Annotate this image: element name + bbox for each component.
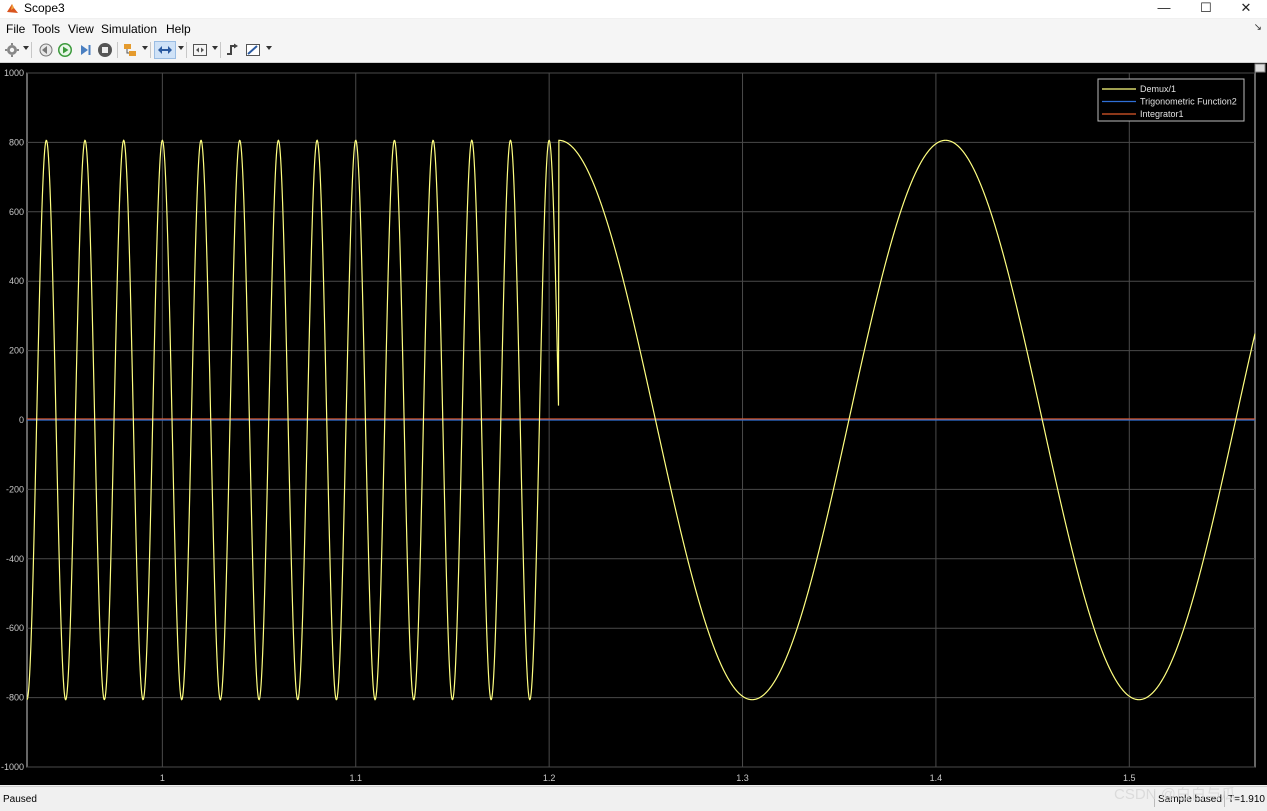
zoom-dropdown-icon[interactable] <box>178 46 184 50</box>
scope-plot-area[interactable]: 1000 800 600 400 200 0 -200 -400 -600 -800 -1000 1 1… <box>0 63 1267 785</box>
x-tick-label: 1.2 <box>543 773 556 783</box>
legend-label: Integrator1 <box>1140 109 1184 119</box>
toolbar-separator <box>186 42 187 58</box>
expand-axes-icon <box>1254 63 1266 73</box>
toolbar <box>0 39 1267 63</box>
watermark: CSDN @白白与瓜 <box>1114 786 1236 803</box>
highlight-dropdown-icon[interactable] <box>142 46 148 50</box>
scale-axes-dropdown-icon[interactable] <box>212 46 218 50</box>
x-tick-label: 1 <box>160 773 165 783</box>
window-title: Scope3 <box>24 1 65 15</box>
matlab-app-icon <box>7 4 18 13</box>
run-icon[interactable] <box>56 41 74 59</box>
menu-file[interactable]: File <box>6 22 25 36</box>
menu-bar: File Tools View Simulation Help ↘ <box>0 19 1267 39</box>
x-tick-label: 1.4 <box>930 773 943 783</box>
y-tick-label: 200 <box>9 346 24 356</box>
scale-axes-icon[interactable] <box>191 41 209 59</box>
x-tick-label: 1.1 <box>349 773 362 783</box>
toolbar-separator <box>150 42 151 58</box>
legend-label: Trigonometric Function2 <box>1140 97 1237 107</box>
status-bar: Paused Sample based T=1.910 <box>0 786 1267 811</box>
menu-help[interactable]: Help <box>166 22 191 36</box>
y-tick-label: -800 <box>6 693 24 703</box>
title-bar: Scope3 — ☐ ✕ <box>0 0 1267 18</box>
toolbar-separator <box>31 42 32 58</box>
menu-simulation[interactable]: Simulation <box>101 22 157 36</box>
undock-arrow-icon[interactable]: ↘ <box>1254 22 1262 33</box>
close-button[interactable]: ✕ <box>1225 0 1267 18</box>
zoom-icon[interactable] <box>154 41 176 59</box>
measurements-icon[interactable] <box>244 41 262 59</box>
y-tick-label: 1000 <box>4 68 24 78</box>
menu-view[interactable]: View <box>68 22 94 36</box>
x-tick-label: 1.5 <box>1123 773 1136 783</box>
y-tick-label: -1000 <box>1 762 24 772</box>
scope-chart[interactable]: 1000 800 600 400 200 0 -200 -400 -600 -800 -1000 1 1… <box>0 63 1267 785</box>
y-tick-label: 800 <box>9 137 24 147</box>
menu-tools[interactable]: Tools <box>32 22 60 36</box>
toolbar-separator <box>220 42 221 58</box>
y-tick-label: 600 <box>9 207 24 217</box>
settings-dropdown-icon[interactable] <box>23 46 29 50</box>
y-tick-label: -400 <box>6 554 24 564</box>
toolbar-separator <box>117 42 118 58</box>
stop-icon[interactable] <box>96 41 114 59</box>
maximize-button[interactable]: ☐ <box>1185 0 1227 18</box>
y-tick-label: -600 <box>6 623 24 633</box>
settings-icon[interactable] <box>3 41 21 59</box>
simulation-status: Paused <box>3 794 37 805</box>
measurements-dropdown-icon[interactable] <box>266 46 272 50</box>
y-tick-label: 0 <box>19 415 24 425</box>
highlight-simulink-block-icon[interactable] <box>121 41 139 59</box>
triggers-icon[interactable] <box>224 41 242 59</box>
y-tick-label: -200 <box>6 484 24 494</box>
x-tick-label: 1.3 <box>736 773 749 783</box>
step-back-icon[interactable] <box>36 41 54 59</box>
legend-label: Demux/1 <box>1140 84 1176 94</box>
minimize-button[interactable]: — <box>1143 0 1185 18</box>
step-forward-icon[interactable] <box>76 41 94 59</box>
y-tick-label: 400 <box>9 276 24 286</box>
